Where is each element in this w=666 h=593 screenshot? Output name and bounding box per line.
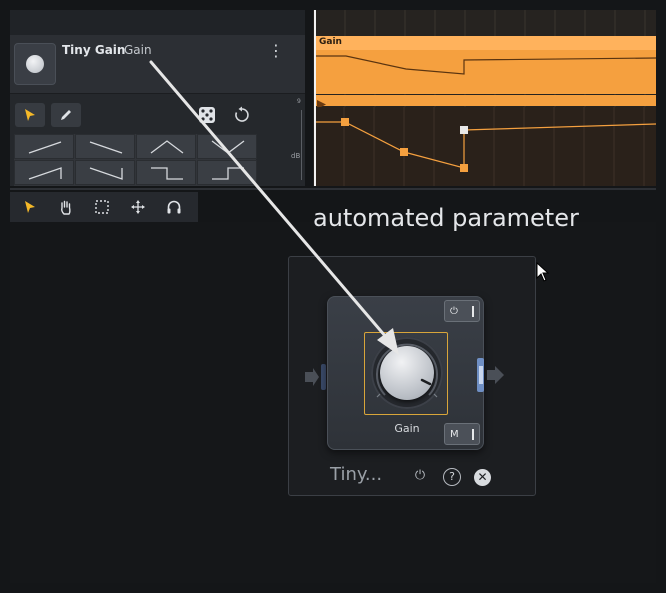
mouse-cursor-icon [536, 262, 550, 282]
annotation-arrow [149, 60, 399, 355]
